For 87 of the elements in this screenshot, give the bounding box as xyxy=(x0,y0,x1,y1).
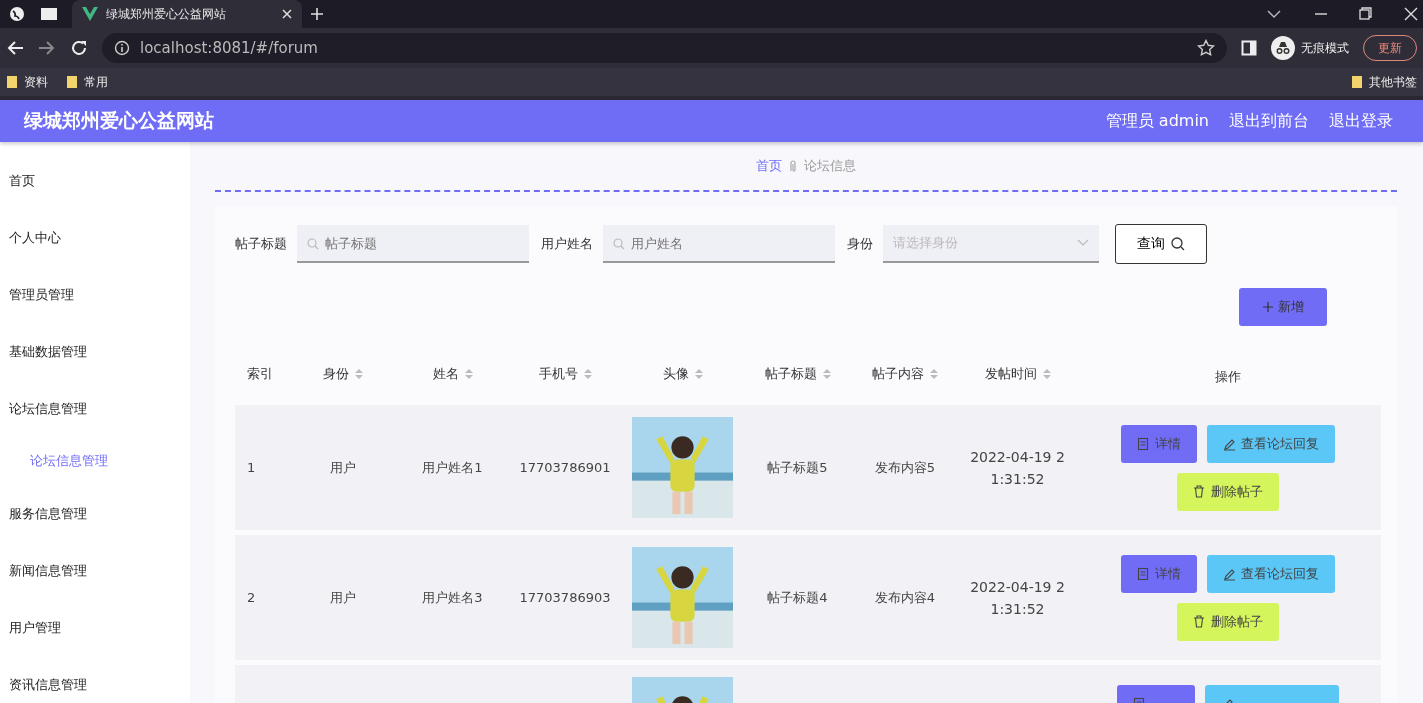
bookmark[interactable]: 常用 xyxy=(84,73,108,91)
table-cell: 发布内容5 xyxy=(874,458,936,477)
folder-icon xyxy=(1351,74,1363,90)
sort-icon xyxy=(464,369,473,379)
table-cell: 17703786903 xyxy=(519,590,611,605)
column-header[interactable]: 姓名 xyxy=(395,365,510,383)
incognito-icon xyxy=(1271,36,1295,60)
header-link[interactable]: 退出登录 xyxy=(1329,110,1393,132)
table-cell: 帖子标题4 xyxy=(767,588,828,607)
star-icon[interactable] xyxy=(1197,39,1215,57)
bookmark[interactable]: 其他书签 xyxy=(1369,73,1417,91)
delete-button[interactable]: 删除帖子 xyxy=(1177,603,1279,641)
sort-icon xyxy=(930,369,938,379)
delete-button[interactable]: 删除帖子 xyxy=(1177,473,1279,511)
document-icon xyxy=(1137,567,1149,581)
side-panel-icon[interactable] xyxy=(1241,40,1257,56)
sidebar-item[interactable]: 论坛信息管理 xyxy=(0,380,190,437)
sidebar-item[interactable]: 管理员管理 xyxy=(0,266,190,323)
chevron-down-icon xyxy=(1077,239,1089,247)
column-header[interactable]: 身份 xyxy=(290,365,395,383)
browser-tab[interactable]: 绿城郑州爱心公益网站 xyxy=(72,0,302,28)
search-icon xyxy=(307,238,319,250)
profile-label: 无痕模式 xyxy=(1301,39,1349,57)
view-replies-button[interactable]: 查看论坛回复 xyxy=(1207,425,1335,463)
breadcrumb-item: 论坛信息 xyxy=(804,157,856,175)
sidebar-item[interactable]: 个人中心 xyxy=(0,209,190,266)
table-cell: 帖子标题5 xyxy=(767,458,828,477)
table-cell: 用户姓名3 xyxy=(422,588,483,607)
trash-icon xyxy=(1193,485,1205,499)
column-header[interactable]: 帖子标题 xyxy=(745,365,850,383)
pencil-icon xyxy=(1223,567,1235,581)
filter-label: 帖子标题 xyxy=(235,235,287,253)
table-cell: 发布内容4 xyxy=(874,588,936,607)
sidebar-subitem[interactable]: 论坛信息管理 xyxy=(0,437,190,485)
sidebar-item[interactable]: 新闻信息管理 xyxy=(0,542,190,599)
sidebar-item[interactable]: 基础数据管理 xyxy=(0,323,190,380)
breadcrumb-item[interactable]: 首页 xyxy=(756,157,782,175)
sidebar-item[interactable]: 用户管理 xyxy=(0,599,190,656)
filter-label: 用户姓名 xyxy=(541,235,593,253)
folder-icon xyxy=(66,74,78,90)
table-cell: 2 xyxy=(247,590,256,605)
address-bar[interactable]: localhost:8081/#/forum xyxy=(102,33,1227,63)
search-field[interactable]: 用户姓名 xyxy=(603,225,835,263)
site-title: 绿城郑州爱心公益网站 xyxy=(24,108,215,133)
table-cell: 用户 xyxy=(329,458,356,477)
url-text: localhost:8081/#/forum xyxy=(140,39,319,57)
sort-icon xyxy=(583,369,592,379)
header-link[interactable]: 管理员 admin xyxy=(1105,110,1209,132)
table-cell-text: 2022-04-19 21:31:52 xyxy=(969,447,1066,489)
paperclip-icon xyxy=(788,159,798,173)
column-header: 索引 xyxy=(246,365,274,383)
column-header[interactable]: 发帖时间 xyxy=(960,365,1075,383)
column-header[interactable]: 头像 xyxy=(620,365,745,383)
sort-icon xyxy=(1042,369,1051,379)
sidebar-item[interactable]: 首页 xyxy=(0,152,190,209)
forward-icon[interactable] xyxy=(38,40,56,56)
sort-icon xyxy=(694,369,703,379)
column-header[interactable]: 帖子内容 xyxy=(850,365,960,383)
document-icon xyxy=(1137,437,1149,451)
trash-icon xyxy=(1193,615,1205,629)
sort-icon xyxy=(822,369,831,379)
view-replies-button[interactable]: 查看论坛回复 xyxy=(1207,555,1335,593)
table-cell-text: 2022-04-19 21:31:52 xyxy=(969,577,1066,619)
sidebar-item[interactable]: 服务信息管理 xyxy=(0,485,190,542)
pencil-icon xyxy=(1223,437,1235,451)
column-header: 操作 xyxy=(1214,368,1242,386)
search-icon xyxy=(613,238,625,250)
table-cell: 用户 xyxy=(329,588,356,607)
back-icon[interactable] xyxy=(6,40,24,56)
table-cell: 1 xyxy=(247,460,256,475)
close-icon[interactable] xyxy=(282,9,292,19)
table-cell: 17703786901 xyxy=(519,460,611,475)
header-link[interactable]: 退出到前台 xyxy=(1229,110,1309,132)
reload-icon[interactable] xyxy=(70,39,88,57)
bookmark[interactable]: 资料 xyxy=(24,73,48,91)
search-field[interactable]: 帖子标题 xyxy=(297,225,529,263)
folder-icon xyxy=(6,74,18,90)
search-icon xyxy=(1171,237,1185,251)
plus-icon xyxy=(1262,301,1274,313)
filter-label: 身份 xyxy=(847,235,873,253)
table-cell: 用户姓名1 xyxy=(422,458,483,477)
sort-icon xyxy=(354,369,363,379)
info-icon xyxy=(114,40,130,56)
search-button[interactable]: 查询 xyxy=(1115,224,1207,264)
vue-logo-icon xyxy=(82,7,98,21)
sidebar-item[interactable]: 资讯信息管理 xyxy=(0,656,190,703)
column-header[interactable]: 手机号 xyxy=(510,365,620,383)
